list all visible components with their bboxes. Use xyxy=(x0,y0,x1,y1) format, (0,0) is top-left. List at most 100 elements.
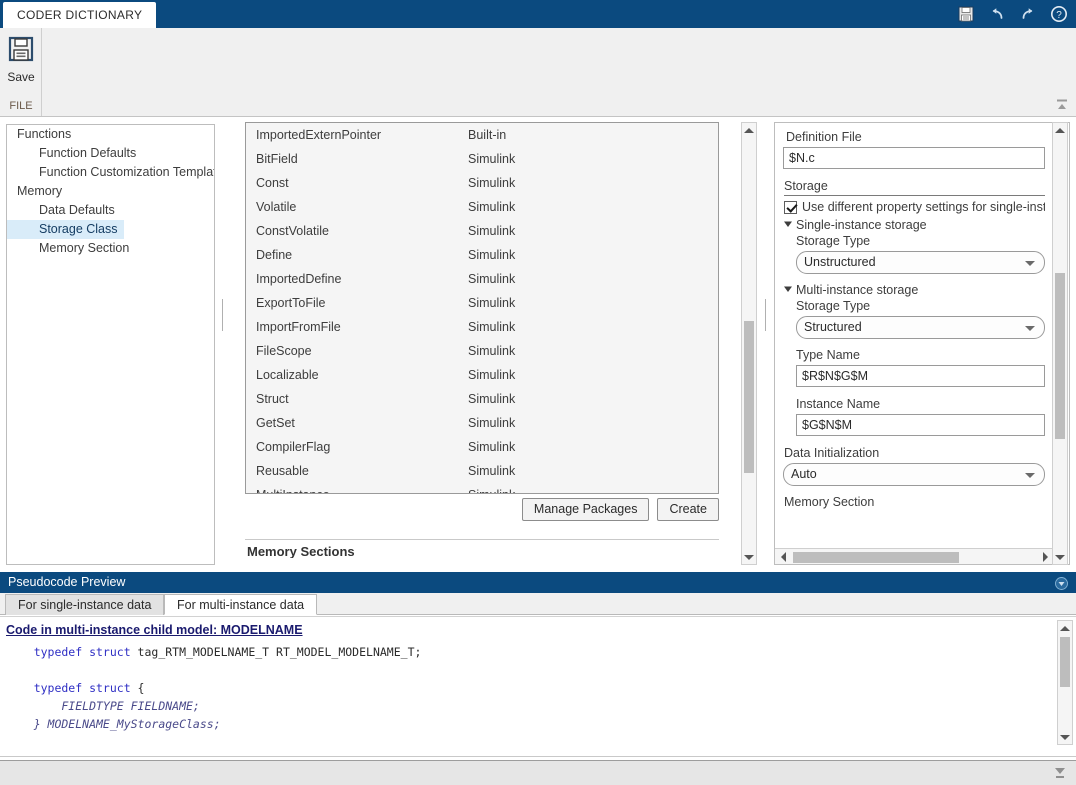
tab-coder-dictionary[interactable]: CODER DICTIONARY xyxy=(3,2,156,28)
chevron-down-icon xyxy=(1025,261,1035,266)
cell-name: GetSet xyxy=(246,411,468,435)
help-icon[interactable]: ? xyxy=(1050,5,1068,23)
single-storage-type-dropdown[interactable]: Unstructured xyxy=(796,251,1045,274)
expand-panel-icon[interactable] xyxy=(1053,766,1067,780)
scroll-up-arrow[interactable] xyxy=(742,123,756,137)
tree-item-storage-class[interactable]: Storage Class xyxy=(7,220,214,239)
title-bar: CODER DICTIONARY xyxy=(0,0,1076,28)
cell-source: Simulink xyxy=(468,339,718,363)
scroll-down-arrow[interactable] xyxy=(1053,550,1067,564)
tree-item-function-defaults[interactable]: Function Defaults xyxy=(7,144,214,163)
cell-name: Reusable xyxy=(246,459,468,483)
single-storage-type-label: Storage Type xyxy=(796,234,1045,248)
tab-for-single-instance-data[interactable]: For single-instance data xyxy=(5,594,164,615)
scroll-left-arrow[interactable] xyxy=(776,550,790,564)
data-initialization-label: Data Initialization xyxy=(784,446,1045,460)
scrollbar-thumb[interactable] xyxy=(1055,273,1065,439)
definition-file-label: Definition File xyxy=(786,130,1045,144)
middle-panel-scrollbar[interactable] xyxy=(741,122,757,565)
instance-name-input[interactable]: $G$N$M xyxy=(796,414,1045,436)
table-row[interactable]: ConstVolatileSimulink xyxy=(246,219,718,243)
cell-name: FileScope xyxy=(246,339,468,363)
table-row[interactable]: ImportedDefineSimulink xyxy=(246,267,718,291)
tree-item-memory-section[interactable]: Memory Section xyxy=(7,239,214,258)
table-row[interactable]: BitFieldSimulink xyxy=(246,147,718,171)
table-row[interactable]: StructSimulink xyxy=(246,387,718,411)
create-button[interactable]: Create xyxy=(657,498,719,521)
data-initialization-dropdown[interactable]: Auto xyxy=(783,463,1045,486)
cell-source: Simulink xyxy=(468,195,718,219)
pseudocode-preview-dock: Pseudocode Preview For single-instance d… xyxy=(0,572,1076,755)
save-icon[interactable] xyxy=(957,5,975,23)
chevron-down-icon xyxy=(1025,326,1035,331)
table-row[interactable]: FileScopeSimulink xyxy=(246,339,718,363)
ribbon-group-file-label: FILE xyxy=(0,100,42,112)
splitter-right[interactable] xyxy=(760,124,771,565)
use-different-settings-row[interactable]: Use different property settings for sing… xyxy=(784,200,1045,214)
multi-storage-type-value: Structured xyxy=(804,320,862,334)
use-different-settings-checkbox[interactable] xyxy=(784,201,797,214)
scroll-right-arrow[interactable] xyxy=(1038,550,1052,564)
scroll-down-arrow[interactable] xyxy=(1058,730,1072,744)
save-button-label: Save xyxy=(7,70,34,84)
tree-item-memory[interactable]: Memory xyxy=(7,182,214,201)
chevron-down-icon xyxy=(1025,473,1035,478)
table-row[interactable]: GetSetSimulink xyxy=(246,411,718,435)
table-row[interactable]: ConstSimulink xyxy=(246,171,718,195)
definition-file-input[interactable]: $N.c xyxy=(783,147,1045,169)
cell-name: BitField xyxy=(246,147,468,171)
properties-horizontal-scrollbar[interactable] xyxy=(775,548,1053,564)
table-row[interactable]: VolatileSimulink xyxy=(246,195,718,219)
scroll-down-arrow[interactable] xyxy=(742,550,756,564)
collapse-triangle-icon[interactable] xyxy=(783,218,793,232)
multi-storage-type-label: Storage Type xyxy=(796,299,1045,313)
cell-name: ImportedExternPointer xyxy=(246,123,468,147)
type-name-label: Type Name xyxy=(796,348,1045,362)
tab-for-multi-instance-data[interactable]: For multi-instance data xyxy=(164,594,317,615)
pseudocode-scrollbar[interactable] xyxy=(1057,620,1073,745)
pseudocode-text: typedef struct tag_RTM_MODELNAME_T RT_MO… xyxy=(4,643,1043,747)
scroll-up-arrow[interactable] xyxy=(1058,621,1072,635)
table-row[interactable]: ReusableSimulink xyxy=(246,459,718,483)
scroll-up-arrow[interactable] xyxy=(1053,123,1067,137)
tree-item-functions[interactable]: Functions xyxy=(7,125,214,144)
multi-storage-type-dropdown[interactable]: Structured xyxy=(796,316,1045,339)
list-action-buttons: Manage Packages Create xyxy=(245,498,719,521)
tree-item-label: Function Defaults xyxy=(39,146,136,160)
storage-class-list[interactable]: ImportedExternPointerBuilt-in BitFieldSi… xyxy=(245,122,719,494)
single-instance-storage-group[interactable]: Single-instance storage xyxy=(783,218,1045,232)
table-row[interactable]: ImportedExternPointerBuilt-in xyxy=(246,123,718,147)
cell-source: Simulink xyxy=(468,411,718,435)
manage-packages-button[interactable]: Manage Packages xyxy=(522,498,650,521)
table-row[interactable]: DefineSimulink xyxy=(246,243,718,267)
table-row[interactable]: ImportFromFileSimulink xyxy=(246,315,718,339)
undo-icon[interactable] xyxy=(988,5,1006,23)
scrollbar-thumb[interactable] xyxy=(1060,637,1070,687)
tree-item-data-defaults[interactable]: Data Defaults xyxy=(7,201,214,220)
collapse-ribbon-button[interactable] xyxy=(1054,98,1070,112)
tree-item-function-customization-template[interactable]: Function Customization Template xyxy=(7,163,214,182)
cell-name: Localizable xyxy=(246,363,468,387)
collapse-triangle-icon[interactable] xyxy=(783,283,793,297)
table-row[interactable]: MultiInstanceSimulink xyxy=(246,483,718,494)
main-work-area: Functions Function Defaults Function Cus… xyxy=(0,118,1076,570)
pseudocode-heading[interactable]: Code in multi-instance child model: MODE… xyxy=(6,623,1043,637)
table-row[interactable]: CompilerFlagSimulink xyxy=(246,435,718,459)
multi-instance-storage-group[interactable]: Multi-instance storage xyxy=(783,283,1045,297)
type-name-input[interactable]: $R$N$G$M xyxy=(796,365,1045,387)
pseudocode-scroll-pane[interactable]: Code in multi-instance child model: MODE… xyxy=(0,617,1043,747)
pseudocode-preview-title: Pseudocode Preview xyxy=(8,575,125,589)
hscrollbar-thumb[interactable] xyxy=(793,552,959,563)
save-button[interactable]: Save xyxy=(0,34,42,84)
table-row[interactable]: ExportToFileSimulink xyxy=(246,291,718,315)
cell-source: Simulink xyxy=(468,147,718,171)
close-icon[interactable] xyxy=(1055,576,1068,589)
scrollbar-thumb[interactable] xyxy=(744,321,754,473)
floppy-disk-icon xyxy=(6,34,36,67)
data-initialization-value: Auto xyxy=(791,467,817,481)
properties-panel-scrollbar[interactable] xyxy=(1052,122,1068,565)
cell-source: Built-in xyxy=(468,123,718,147)
splitter-left[interactable] xyxy=(217,124,228,565)
redo-icon[interactable] xyxy=(1019,5,1037,23)
table-row[interactable]: LocalizableSimulink xyxy=(246,363,718,387)
